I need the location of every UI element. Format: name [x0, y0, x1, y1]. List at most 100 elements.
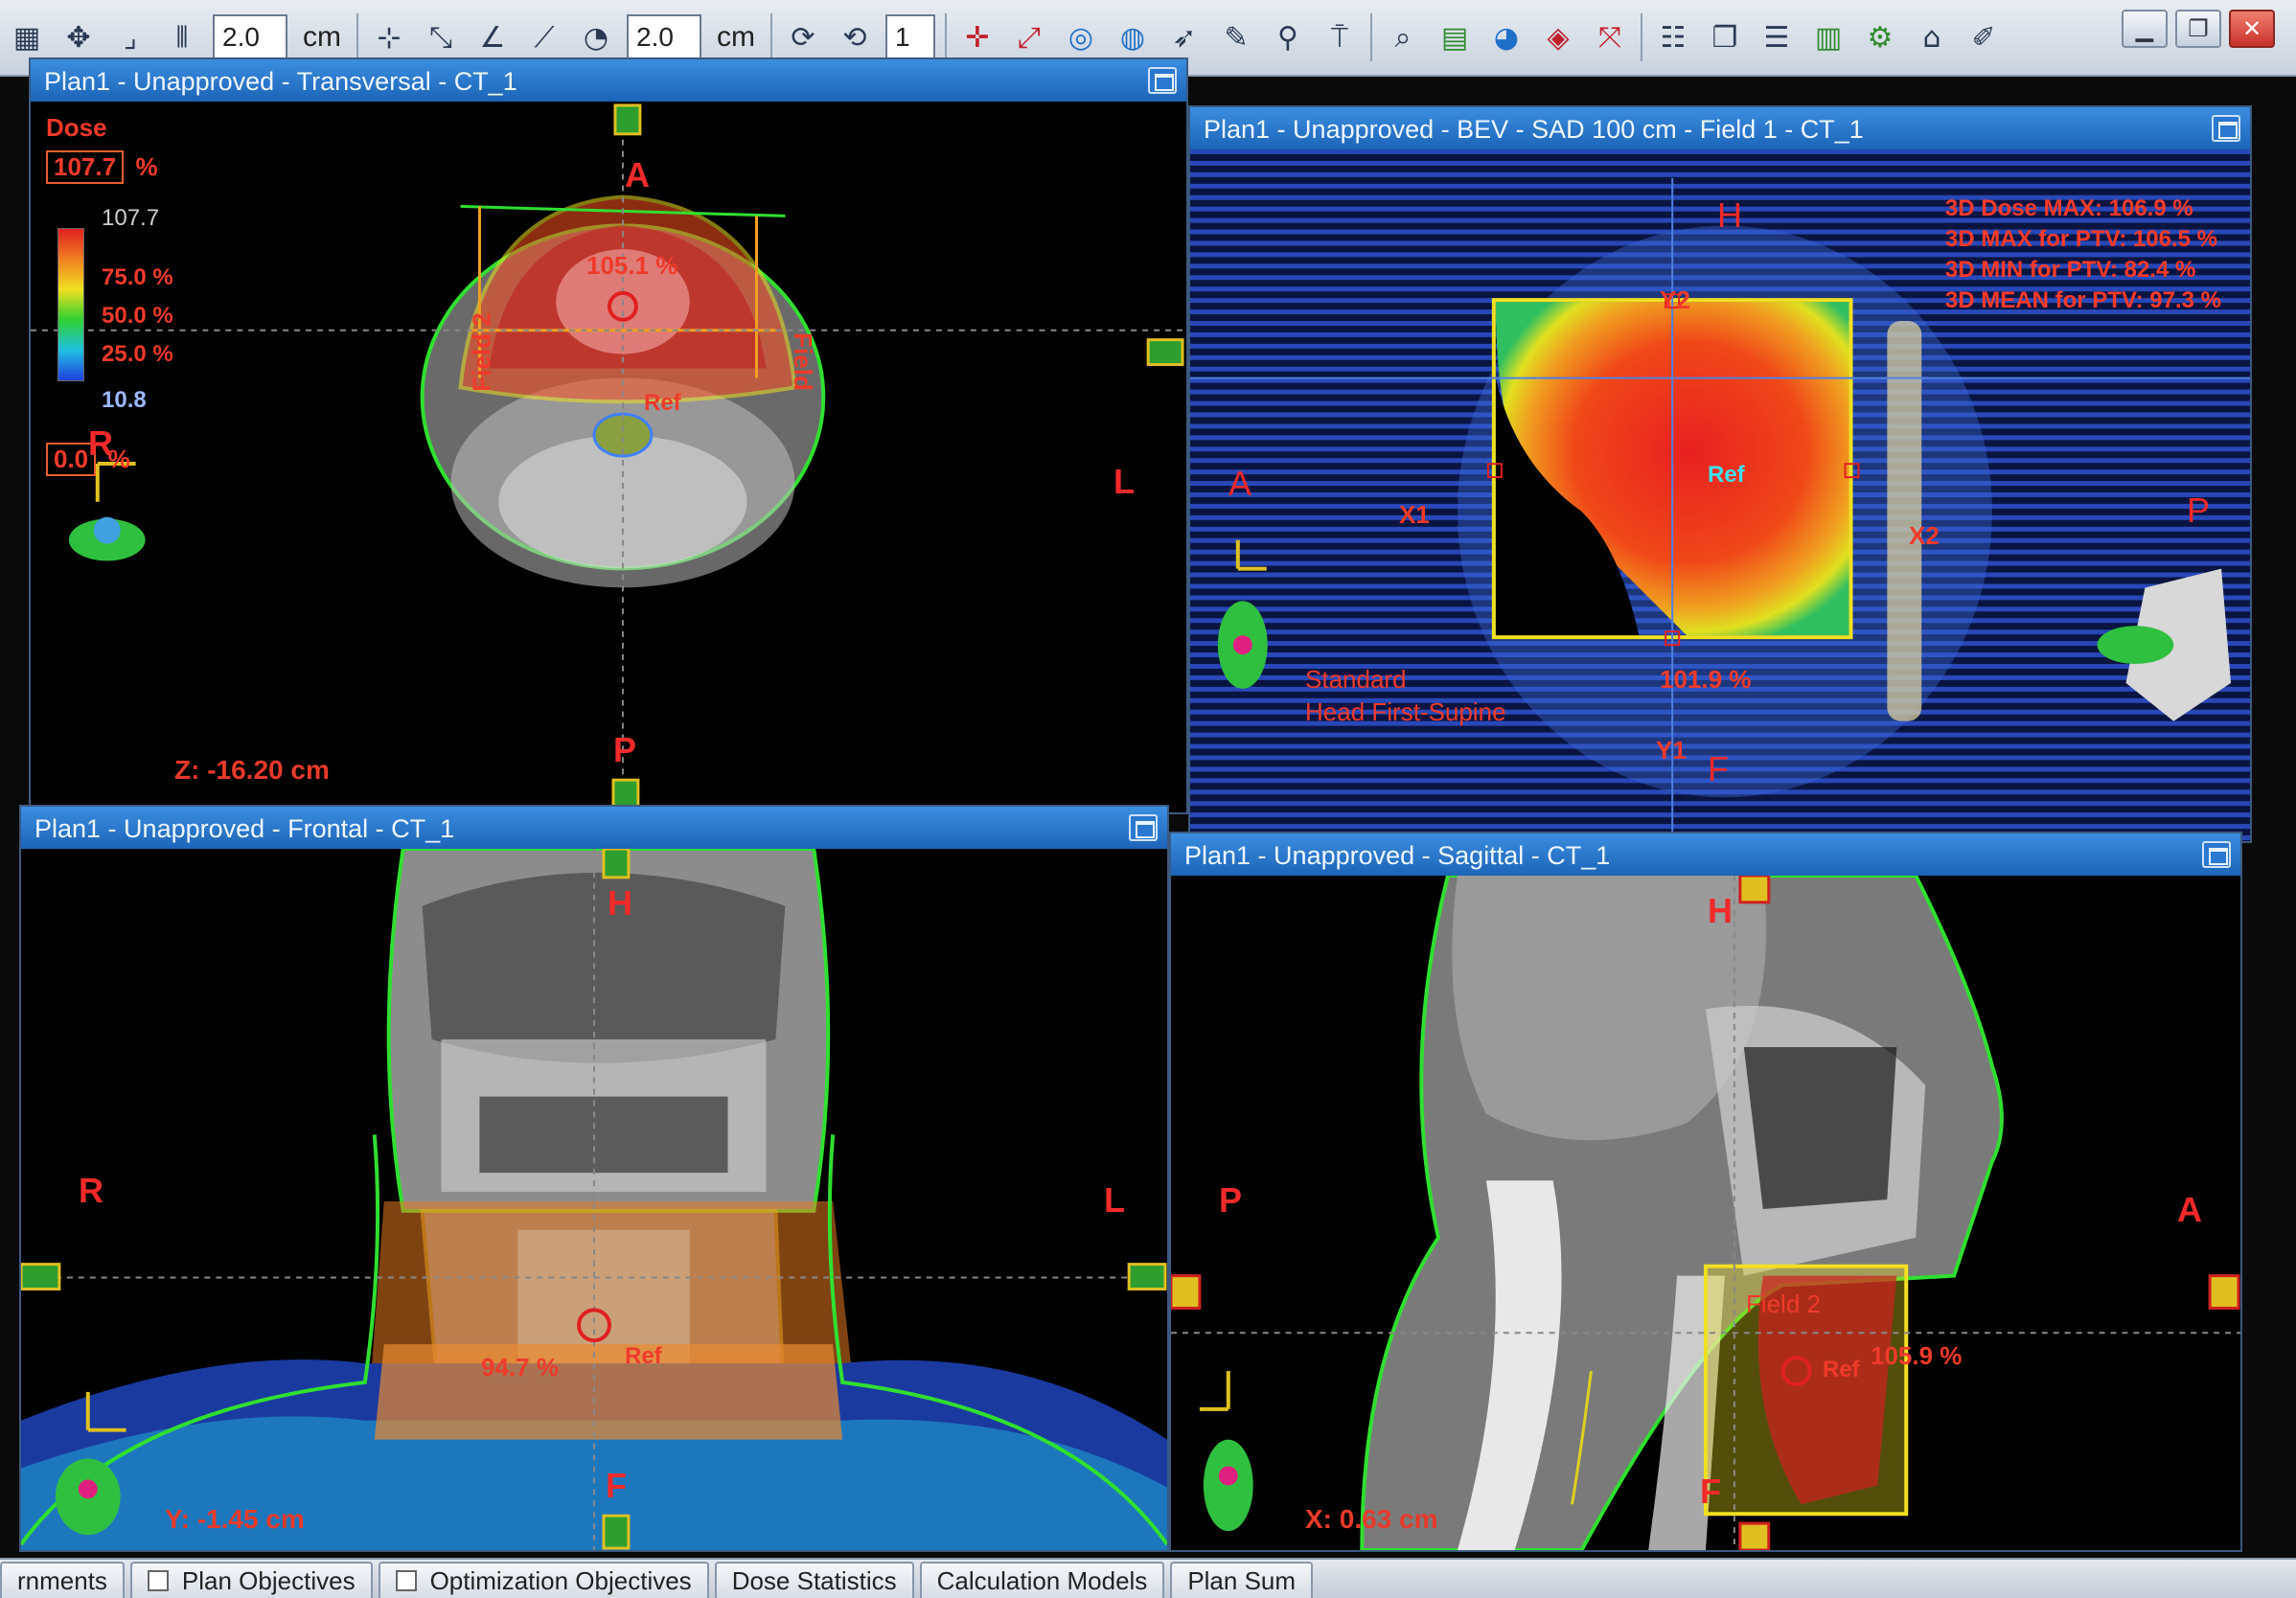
frontal-image[interactable]: [21, 849, 1167, 1550]
y-coordinate: Y: -1.45 cm: [165, 1504, 305, 1534]
step-input[interactable]: 2.0: [627, 14, 701, 60]
maximize-view-icon[interactable]: [2212, 115, 2240, 142]
dose-stat-line: 3D MAX for PTV: 106.5 %: [1944, 226, 2218, 252]
checkbox[interactable]: [147, 1570, 169, 1591]
lock-icon[interactable]: ⌂: [1911, 16, 1953, 58]
tab-label: Plan Objectives: [181, 1565, 356, 1595]
step-unit: cm: [717, 21, 755, 53]
dose-color-bar: [57, 228, 84, 381]
legend-tick: 25.0 %: [102, 341, 173, 367]
move-cross-icon[interactable]: ✥: [57, 16, 100, 58]
tab-label: Calculation Models: [936, 1565, 1148, 1595]
orientation-label-left: A: [1228, 464, 1252, 503]
document-icon[interactable]: ❐: [1704, 16, 1746, 58]
orientation-label-bottom: P: [613, 730, 637, 769]
jaw-y2-label: Y2: [1660, 285, 1690, 314]
restore-icon[interactable]: ❐: [2175, 10, 2221, 48]
zoom-input[interactable]: 2.0: [213, 14, 287, 60]
transversal-view-title: Plan1 - Unapproved - Transversal - CT_1: [31, 59, 1186, 102]
tab-label: Plan Sum: [1187, 1565, 1297, 1595]
iso-dose-label: 105.1 %: [586, 251, 678, 280]
orientation-label-right: A: [2177, 1190, 2202, 1229]
transversal-image[interactable]: [31, 102, 1186, 812]
tab-label: Dose Statistics: [731, 1565, 897, 1595]
frontal-view-title: Plan1 - Unapproved - Frontal - CT_1: [21, 807, 1167, 849]
tab-calculation-models[interactable]: Calculation Models: [919, 1562, 1165, 1598]
pointer-icon[interactable]: ➶: [1163, 16, 1205, 58]
tab-plan-objectives[interactable]: Plan Objectives: [129, 1562, 373, 1598]
transversal-view[interactable]: Plan1 - Unapproved - Transversal - CT_1: [29, 57, 1188, 814]
jaw-y1-label: Y1: [1656, 736, 1687, 765]
field-2-label: Field 2: [1746, 1290, 1822, 1318]
pencil-icon[interactable]: ✎: [1215, 16, 1257, 58]
tab-label: rnments: [17, 1565, 107, 1595]
bars-tool-icon[interactable]: ⦀: [161, 16, 203, 58]
legend-tick: 50.0 %: [102, 303, 173, 329]
tab-dose-statistics[interactable]: Dose Statistics: [714, 1562, 914, 1598]
tab-plan-sum[interactable]: Plan Sum: [1170, 1562, 1314, 1598]
maximize-view-icon[interactable]: [1148, 67, 1177, 94]
iso-dose-label: 101.9 %: [1660, 665, 1752, 694]
layers-icon[interactable]: ▤: [1434, 16, 1476, 58]
checkbox[interactable]: [395, 1570, 417, 1591]
orientation-label-bottom: F: [1708, 749, 1729, 788]
line-tool-icon[interactable]: ⟋: [523, 16, 565, 58]
contour-tool-icon[interactable]: ◎: [1060, 16, 1102, 58]
field-2-label: Field 2: [467, 312, 496, 392]
layout-grid-icon[interactable]: ▦: [6, 16, 48, 58]
ruler-tool-icon[interactable]: ⊹: [368, 16, 410, 58]
add-point-icon[interactable]: ✛: [956, 16, 999, 58]
cube-icon[interactable]: ◈: [1537, 16, 1579, 58]
orientation-label-top: H: [1708, 891, 1733, 930]
sagittal-ct-image: [1171, 876, 2240, 1550]
bev-view-title: Plan1 - Unapproved - BEV - SAD 100 cm - …: [1190, 107, 2250, 149]
jaw-x1-label: X1: [1399, 500, 1430, 529]
collapse-icon[interactable]: ⤧: [1589, 16, 1631, 58]
orientation-label-left: R: [79, 1171, 103, 1210]
bev-view[interactable]: Plan1 - Unapproved - BEV - SAD 100 cm - …: [1188, 105, 2252, 843]
frame-input[interactable]: 1: [885, 14, 935, 60]
frontal-view[interactable]: Plan1 - Unapproved - Frontal - CT_1 H F …: [19, 805, 1169, 1552]
sagittal-view[interactable]: Plan1 - Unapproved - Sagittal - CT_1 H F…: [1169, 832, 2242, 1552]
pin-icon[interactable]: ⚲: [1267, 16, 1309, 58]
rotate-icon[interactable]: ⟳: [782, 16, 824, 58]
settings-icon[interactable]: ⚙: [1859, 16, 1901, 58]
field-1-label: Field: [788, 332, 817, 391]
iso-dose-label: 105.9 %: [1871, 1341, 1963, 1370]
sagittal-view-title: Plan1 - Unapproved - Sagittal - CT_1: [1171, 833, 2240, 876]
orientation-label-right: L: [1104, 1180, 1125, 1220]
zoom-unit: cm: [303, 21, 341, 53]
bottom-tab-bar: rnments Plan Objectives Optimization Obj…: [0, 1558, 2296, 1598]
minimize-icon[interactable]: ▁: [2122, 10, 2168, 48]
angle-tool-icon[interactable]: ∠: [471, 16, 514, 58]
maximize-view-icon[interactable]: [1129, 814, 1158, 841]
dose-stat-line: 3D Dose MAX: 106.9 %: [1944, 195, 2193, 221]
zoom-region-icon[interactable]: ⌕: [1382, 16, 1424, 58]
table-icon[interactable]: ☷: [1652, 16, 1694, 58]
cursor-circle-icon[interactable]: ◔: [575, 16, 617, 58]
dose-stat-line: 3D MEAN for PTV: 97.3 %: [1944, 287, 2221, 313]
ref-label: Ref: [644, 390, 681, 416]
dose-stat-line: 3D MIN for PTV: 82.4 %: [1944, 257, 2196, 283]
corner-tool-icon[interactable]: ⌟: [109, 16, 151, 58]
iso-dose-label: 94.7 %: [481, 1353, 559, 1381]
sagittal-image[interactable]: [1171, 876, 2240, 1550]
close-icon[interactable]: ✕: [2229, 10, 2275, 48]
edit-icon[interactable]: ✐: [1963, 16, 2005, 58]
chart-icon[interactable]: ▥: [1807, 16, 1849, 58]
diagonal-tool-icon[interactable]: ⤢: [1008, 16, 1050, 58]
contour-edit-icon[interactable]: ◍: [1112, 16, 1154, 58]
list-icon[interactable]: ☰: [1756, 16, 1798, 58]
legend-upper-input[interactable]: 107.7: [46, 150, 125, 184]
maximize-view-icon[interactable]: [2202, 841, 2231, 868]
tab-optimization-objectives[interactable]: Optimization Objectives: [378, 1562, 709, 1598]
measure-tool-icon[interactable]: ⤡: [420, 16, 462, 58]
toolbar-separator: [1641, 13, 1642, 61]
globe-icon[interactable]: ◕: [1485, 16, 1527, 58]
orientation-label-top: H: [1717, 195, 1742, 235]
rotate-back-icon[interactable]: ⟲: [834, 16, 876, 58]
stamp-icon[interactable]: ⍑: [1319, 16, 1361, 58]
dose-statistics-overlay: 3D Dose MAX: 106.9 % 3D MAX for PTV: 106…: [1945, 194, 2221, 316]
orientation-label-left: R: [88, 423, 113, 463]
tab-alignments[interactable]: rnments: [0, 1562, 125, 1598]
